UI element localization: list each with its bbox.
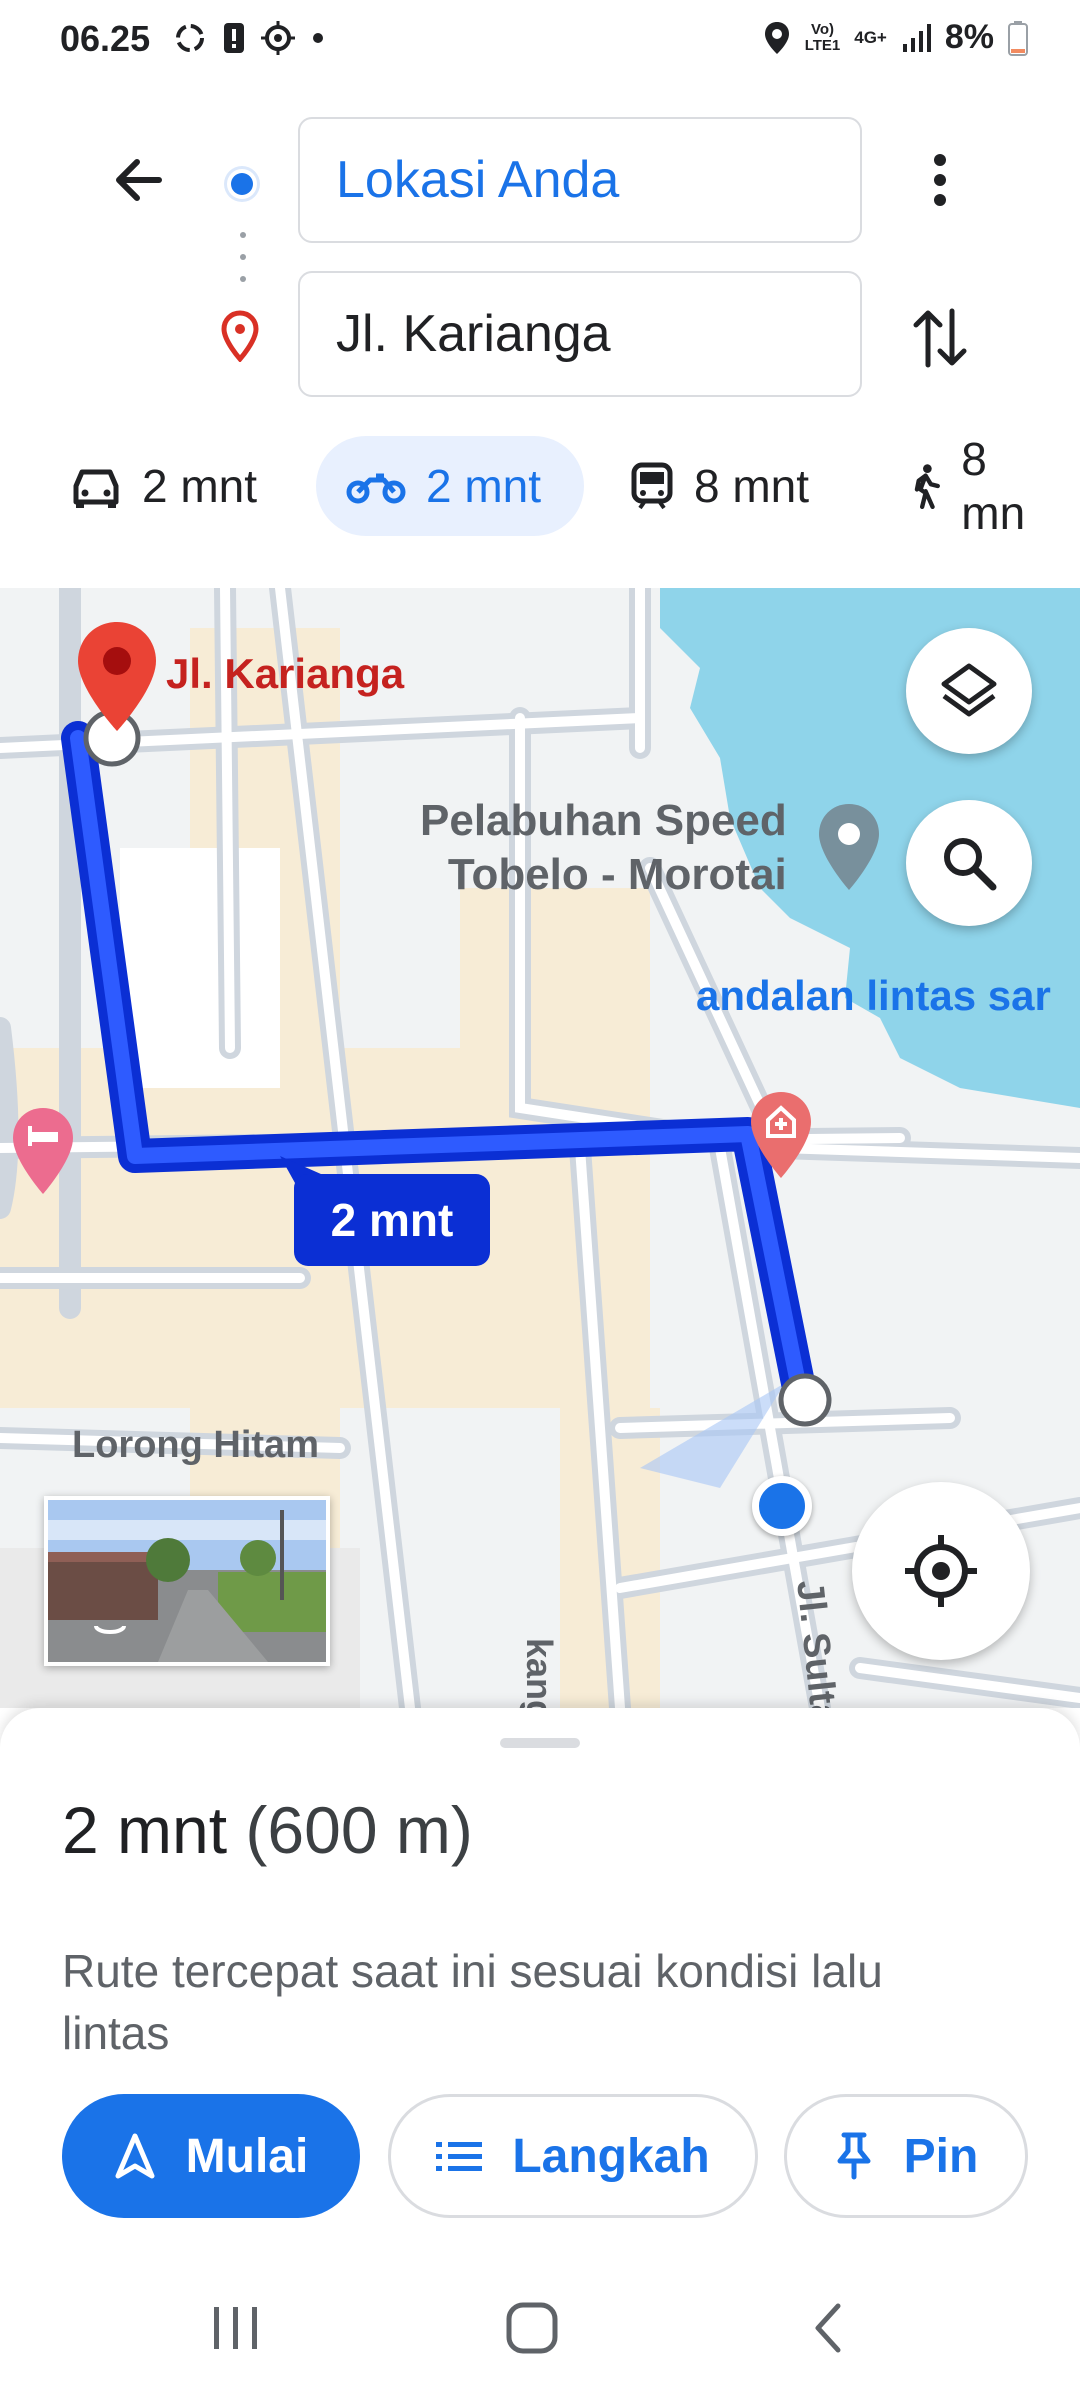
navigation-arrow-icon — [115, 2133, 155, 2179]
street-view-thumbnail[interactable] — [44, 1496, 330, 1666]
swap-button[interactable] — [900, 298, 980, 378]
street-view-image — [48, 1500, 326, 1662]
destination-pin-icon — [221, 310, 259, 362]
tab-walk[interactable]: 8 mn — [880, 436, 1080, 539]
recents-button[interactable] — [186, 2288, 286, 2368]
tab-transit-label: 8 mnt — [694, 460, 810, 512]
destination-map-label: Jl. Karianga — [166, 650, 405, 697]
hospital-pin-icon[interactable] — [746, 1088, 816, 1184]
tab-car[interactable]: 2 mnt — [40, 436, 287, 536]
sync-icon — [176, 24, 204, 52]
map-view[interactable]: Jl. Karianga Pelabuhan Speed Tobelo - Mo… — [0, 588, 1080, 1708]
sheet-drag-handle[interactable] — [500, 1738, 580, 1748]
destination-marker-icon[interactable] — [72, 618, 162, 738]
system-nav-bar — [0, 2258, 1080, 2400]
route-connector — [240, 232, 246, 282]
tab-motorcycle-label: 2 mnt — [426, 460, 542, 512]
location-icon — [764, 21, 789, 54]
pin-icon — [837, 2132, 871, 2180]
start-button[interactable]: Mulai — [62, 2094, 360, 2218]
status-right: Vo) LTE1 4G+ 8% — [763, 18, 1028, 57]
port-poi-label[interactable]: Pelabuhan Speed Tobelo - Morotai — [420, 794, 787, 902]
route-summary: 2 mnt (600 m) — [62, 1792, 473, 1868]
pin-button-label: Pin — [903, 2129, 979, 2183]
steps-button[interactable]: Langkah — [388, 2094, 758, 2218]
battery-icon — [1008, 20, 1028, 56]
hotel-pin-icon[interactable] — [8, 1104, 78, 1200]
target-icon — [261, 21, 295, 55]
tab-motorcycle[interactable]: 2 mnt — [316, 436, 584, 536]
signal-icon — [902, 23, 931, 52]
street-label-lorong: Lorong Hitam — [72, 1424, 319, 1466]
network-type: 4G+ — [854, 27, 887, 47]
walk-icon — [914, 464, 940, 510]
volte-indicator: Vo) LTE1 — [804, 20, 841, 54]
origin-dot-icon — [224, 166, 260, 202]
start-button-label: Mulai — [185, 2129, 309, 2183]
destination-field[interactable]: Jl. Karianga — [298, 271, 862, 397]
my-location-button[interactable] — [852, 1482, 1030, 1660]
list-icon — [436, 2142, 483, 2171]
back-button[interactable] — [104, 145, 174, 215]
home-button[interactable] — [482, 2288, 582, 2368]
street-label-kang: kang — [519, 1638, 560, 1708]
current-location-dot — [752, 1476, 812, 1536]
car-icon — [73, 469, 119, 508]
swap-vert-icon — [913, 308, 967, 368]
dot-icon — [313, 33, 323, 43]
layers-button[interactable] — [906, 628, 1032, 754]
poi-pin-icon[interactable] — [814, 800, 884, 896]
notification-icons — [172, 20, 326, 56]
search-icon — [944, 838, 997, 891]
blue-poi-label[interactable]: andalan lintas sar — [696, 972, 1051, 1020]
origin-field[interactable]: Lokasi Anda — [298, 117, 862, 243]
battery-percent: 8% — [944, 18, 994, 56]
more-vert-icon — [934, 154, 946, 206]
tab-car-label: 2 mnt — [142, 460, 258, 512]
travel-mode-tabs: 2 mnt 2 mnt 8 mnt 8 mn — [0, 436, 1080, 546]
status-time: 06.25 — [60, 18, 151, 59]
train-icon — [631, 462, 673, 510]
recents-icon — [214, 2307, 257, 2349]
tab-transit[interactable]: 8 mnt — [600, 436, 839, 536]
back-nav-button[interactable] — [778, 2288, 878, 2368]
alert-icon — [224, 23, 244, 53]
route-distance: (600 m) — [245, 1793, 473, 1867]
motorcycle-icon — [346, 473, 406, 504]
status-bar: 06.25 Vo) LTE1 4G+ 8% — [0, 0, 1080, 80]
route-duration: 2 mnt — [62, 1793, 228, 1867]
home-icon — [506, 2302, 558, 2354]
layers-icon — [941, 663, 997, 717]
more-options-button[interactable] — [905, 145, 975, 215]
map-search-button[interactable] — [906, 800, 1032, 926]
pin-button[interactable]: Pin — [784, 2094, 1028, 2218]
steps-button-label: Langkah — [512, 2129, 710, 2183]
arrow-back-icon — [116, 159, 162, 201]
chevron-left-icon — [815, 2303, 841, 2353]
route-summary-sheet: 2 mnt (600 m) Rute tercepat saat ini ses… — [0, 1708, 1080, 2258]
route-description: Rute tercepat saat ini sesuai kondisi la… — [62, 1945, 883, 2059]
my-location-icon — [905, 1535, 977, 1607]
tab-walk-label: 8 mn — [961, 436, 1026, 539]
route-duration-badge[interactable]: 2 mnt — [294, 1174, 490, 1266]
